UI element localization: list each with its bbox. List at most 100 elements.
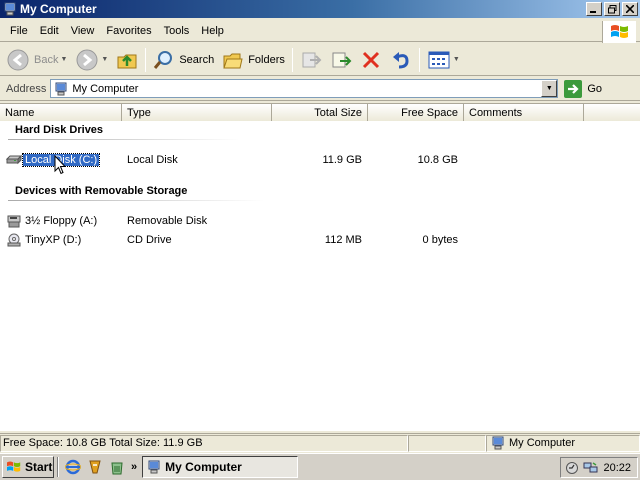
- item-type: Local Disk: [127, 154, 178, 166]
- cd-drive-icon: [6, 233, 22, 247]
- tray-network-icon[interactable]: [583, 461, 599, 475]
- menu-bar: File Edit View Favorites Tools Help: [0, 20, 640, 42]
- table-row[interactable]: Local Disk (C:) Local Disk 11.9 GB 10.8 …: [0, 151, 640, 169]
- quicklaunch-internet-explorer[interactable]: [64, 458, 82, 476]
- mouse-cursor-icon: [54, 155, 66, 175]
- views-dropdown-icon[interactable]: ▼: [453, 56, 460, 63]
- forward-arrow-icon: [76, 49, 98, 70]
- menu-help[interactable]: Help: [195, 23, 230, 39]
- item-type: Removable Disk: [127, 215, 208, 227]
- windows-flag-icon: [610, 25, 628, 38]
- column-header-comments[interactable]: Comments: [464, 104, 584, 121]
- item-name: 3½ Floppy (A:): [25, 215, 98, 227]
- windows-flag-icon: [7, 461, 21, 472]
- group-title-removable-storage: Devices with Removable Storage: [15, 185, 188, 197]
- folders-icon: [223, 53, 243, 68]
- windows-logo: [602, 21, 636, 43]
- my-computer-icon: [148, 460, 160, 474]
- media-player-icon: [89, 460, 101, 474]
- system-tray: 20:22: [560, 457, 638, 478]
- toolbar-separator: [418, 47, 420, 72]
- column-header-free-space[interactable]: Free Space: [368, 104, 464, 121]
- copy-to-icon: [332, 52, 352, 67]
- status-space-text: Free Space: 10.8 GB Total Size: 11.9 GB: [0, 434, 408, 452]
- toolbar-separator: [291, 47, 293, 72]
- close-icon: [626, 5, 634, 13]
- menu-tools[interactable]: Tools: [158, 23, 196, 39]
- item-free-space: 10.8 GB: [417, 154, 458, 166]
- quicklaunch-media-player[interactable]: [86, 458, 104, 476]
- views-icon: [428, 51, 450, 68]
- restore-button[interactable]: [604, 2, 620, 16]
- back-button[interactable]: Back ▼: [2, 46, 71, 74]
- forward-dropdown-icon[interactable]: ▼: [101, 56, 108, 63]
- delete-button[interactable]: [356, 46, 386, 74]
- address-input[interactable]: My Computer ▼: [50, 79, 559, 98]
- internet-explorer-icon: [65, 459, 81, 475]
- up-button[interactable]: [112, 46, 142, 74]
- move-to-icon: [302, 52, 322, 67]
- group-divider: [8, 200, 264, 201]
- go-button[interactable]: Go: [564, 79, 602, 98]
- floppy-icon: [6, 214, 22, 228]
- back-arrow-icon: [7, 49, 29, 70]
- table-row[interactable]: TinyXP (D:) CD Drive 112 MB 0 bytes: [0, 231, 640, 249]
- item-type: CD Drive: [127, 234, 172, 246]
- taskbar: Start » My Computer 20:22: [0, 453, 640, 480]
- recycle-icon: [111, 462, 123, 475]
- tray-volume-icon[interactable]: [565, 461, 579, 475]
- my-computer-icon: [492, 436, 504, 450]
- delete-x-icon: [362, 51, 379, 68]
- item-name: TinyXP (D:): [25, 234, 82, 246]
- address-value: My Computer: [72, 82, 139, 95]
- menu-view[interactable]: View: [65, 23, 101, 39]
- hard-disk-icon: [6, 153, 22, 167]
- status-bar: Free Space: 10.8 GB Total Size: 11.9 GB …: [0, 433, 640, 452]
- menu-favorites[interactable]: Favorites: [100, 23, 157, 39]
- group-title-hard-disk-drives: Hard Disk Drives: [15, 124, 104, 136]
- toolbar-separator: [145, 47, 147, 72]
- undo-button[interactable]: [386, 46, 416, 74]
- minimize-icon: [590, 11, 596, 13]
- column-header-type[interactable]: Type: [122, 104, 272, 121]
- undo-icon: [392, 51, 409, 68]
- address-dropdown-button[interactable]: ▼: [541, 80, 558, 97]
- explorer-window: My Computer File Edit View Favorites Too…: [0, 0, 640, 452]
- address-label: Address: [6, 82, 47, 95]
- taskbar-separator: [57, 457, 59, 477]
- taskbar-button-my-computer[interactable]: My Computer: [142, 456, 299, 478]
- back-dropdown-icon[interactable]: ▼: [60, 56, 67, 63]
- start-button[interactable]: Start: [2, 456, 54, 478]
- go-arrow-icon: [564, 79, 583, 98]
- menu-edit[interactable]: Edit: [34, 23, 65, 39]
- column-header-name[interactable]: Name: [0, 104, 122, 121]
- column-header-total-size[interactable]: Total Size: [272, 104, 368, 121]
- restore-icon: [607, 4, 616, 13]
- close-button[interactable]: [622, 2, 638, 16]
- standard-toolbar: Back ▼ ▼ Search Folders ▼: [0, 44, 640, 76]
- table-row[interactable]: 3½ Floppy (A:) Removable Disk: [0, 212, 640, 230]
- window-title: My Computer: [20, 2, 97, 16]
- copy-to-button[interactable]: [326, 46, 356, 74]
- views-button[interactable]: ▼: [423, 46, 464, 74]
- folder-up-icon: [117, 54, 137, 68]
- my-computer-icon: [4, 2, 16, 16]
- forward-button[interactable]: ▼: [71, 46, 112, 74]
- status-location: My Computer: [486, 434, 640, 452]
- column-header-filler: [584, 104, 640, 121]
- minimize-button[interactable]: [586, 2, 602, 16]
- column-headers: Name Type Total Size Free Space Comments: [0, 104, 640, 121]
- status-location-text: My Computer: [509, 437, 576, 449]
- folders-button[interactable]: Folders: [218, 46, 289, 74]
- move-to-button[interactable]: [296, 46, 326, 74]
- quicklaunch-more-chevron-icon[interactable]: »: [131, 461, 137, 473]
- search-button[interactable]: Search: [149, 46, 218, 74]
- title-bar[interactable]: My Computer: [0, 0, 640, 18]
- my-computer-icon: [55, 82, 67, 95]
- quicklaunch-recycle[interactable]: [108, 458, 126, 476]
- file-list-pane[interactable]: Name Type Total Size Free Space Comments…: [0, 103, 640, 431]
- item-total-size: 11.9 GB: [322, 154, 362, 166]
- taskbar-clock[interactable]: 20:22: [603, 462, 631, 474]
- menu-file[interactable]: File: [4, 23, 34, 39]
- status-empty-pane: [408, 434, 486, 452]
